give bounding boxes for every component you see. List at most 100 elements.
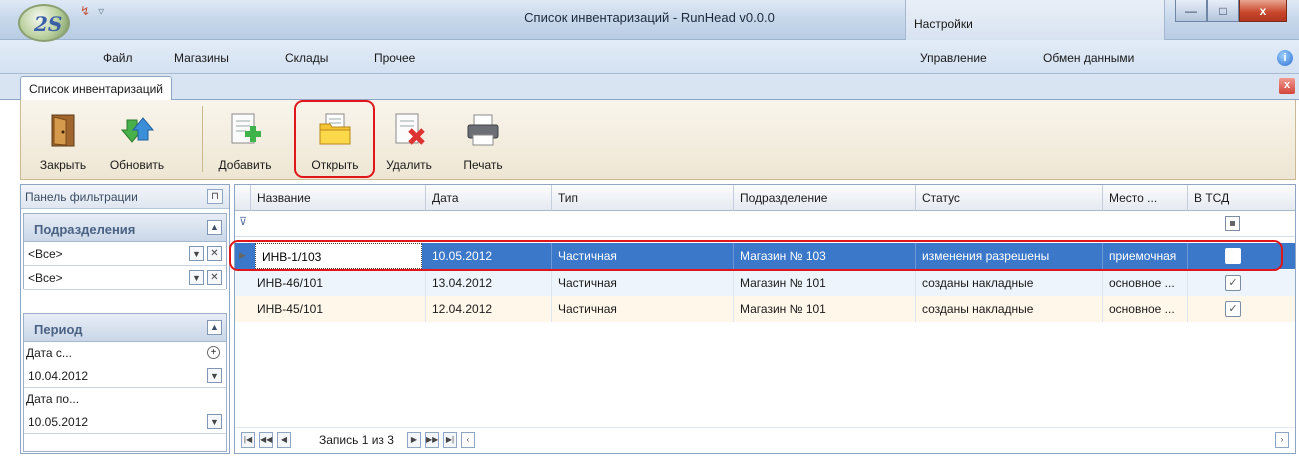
close-button[interactable]: Закрыть [35,100,91,178]
table-row[interactable]: ИНВ-45/101 12.04.2012 Частичная Магазин … [235,296,1295,322]
print-button[interactable]: Печать [453,100,513,178]
date-to-label: Дата по... [26,392,80,406]
door-exit-icon [51,114,75,147]
in-tsd-filter-checkbox[interactable] [1225,216,1240,231]
document-tab-strip: Список инвентаризаций x [0,74,1299,101]
refresh-arrows-icon [120,117,155,143]
column-header-date[interactable]: Дата [426,185,552,211]
column-header-status[interactable]: Статус [916,185,1103,211]
first-record-icon[interactable]: |◀ [241,432,255,448]
context-tab-settings[interactable]: Настройки [905,0,1165,40]
cell-type[interactable]: Частичная [552,270,734,296]
record-position: Запись 1 из 3 [319,433,394,447]
chevron-down-icon[interactable]: ▼ [207,414,222,429]
chevron-down-icon[interactable]: ▼ [189,246,204,261]
refresh-button[interactable]: Обновить [97,100,177,178]
table-row[interactable]: ▶ ИНВ-1/103 10.05.2012 Частичная Магазин… [235,243,1295,269]
cell-status[interactable]: изменения разрешены [916,243,1103,269]
next-record-icon[interactable]: ▶ [407,432,421,448]
menu-other[interactable]: Прочее [374,51,415,65]
column-header-type[interactable]: Тип [552,185,734,211]
departments-group-header[interactable]: Подразделения ▲ [24,214,226,242]
close-button-label: Закрыть [39,158,87,172]
cell-name[interactable]: ИНВ-1/103 [255,243,422,269]
date-from-label-row: Дата с... + [24,342,226,364]
grid-filter-row[interactable]: ⊽ [235,211,1295,237]
collapse-icon[interactable]: ▲ [207,320,222,335]
add-document-icon [231,113,261,144]
delete-button[interactable]: Удалить [375,100,443,178]
cell-name[interactable]: ИНВ-45/101 [251,296,426,322]
chevron-down-icon[interactable]: ▼ [189,270,204,285]
collapse-icon[interactable]: ▲ [207,220,222,235]
chevron-down-icon[interactable]: ▼ [207,368,222,383]
scroll-left-icon[interactable]: ‹ [461,432,475,448]
departments-group-title: Подразделения [34,222,136,237]
column-header-in-tsd[interactable]: В ТСД [1188,185,1295,211]
table-row[interactable]: ИНВ-46/101 13.04.2012 Частичная Магазин … [235,270,1295,296]
cell-department[interactable]: Магазин № 101 [734,270,916,296]
add-button-label: Добавить [218,158,272,172]
cell-place[interactable]: основное ... [1103,270,1188,296]
column-header-place[interactable]: Место ... [1103,185,1188,211]
in-tsd-checkbox[interactable]: ✓ [1225,301,1241,317]
department-combo-2-value: <Все> [28,271,63,285]
minimize-button[interactable]: — [1175,0,1207,22]
title-bar: 2S ↯ ▿ Список инвентаризаций - RunHead v0… [0,0,1299,42]
cell-department[interactable]: Магазин № 101 [734,296,916,322]
period-group-title: Период [34,322,83,337]
grid-header: Название Дата Тип Подразделение Статус М… [235,185,1295,211]
cell-place[interactable]: приемочная [1103,243,1188,269]
app-logo[interactable]: 2S [18,4,70,42]
cell-date[interactable]: 10.05.2012 [426,243,552,269]
tab-inventory-list[interactable]: Список инвентаризаций [20,76,172,101]
date-to-value: 10.05.2012 [28,415,89,429]
pin-icon[interactable]: ⊓ [207,189,223,204]
last-record-icon[interactable]: ▶| [443,432,457,448]
open-button-label: Открыть [311,158,359,172]
expand-icon[interactable]: + [207,346,220,359]
cell-status[interactable]: созданы накладные [916,270,1103,296]
cell-type[interactable]: Частичная [552,296,734,322]
open-button[interactable]: Открыть [297,100,373,178]
cell-date[interactable]: 13.04.2012 [426,270,552,296]
close-document-icon[interactable]: x [1279,78,1295,94]
filter-panel-header: Панель фильтрации ⊓ [21,185,229,209]
filter-panel: Панель фильтрации ⊓ Подразделения ▲ <Все… [20,184,230,454]
in-tsd-checkbox[interactable] [1225,248,1241,264]
menu-bar: Файл Магазины Склады Прочее Управление О… [0,40,1299,74]
cell-place[interactable]: основное ... [1103,296,1188,322]
column-header-department[interactable]: Подразделение [734,185,916,211]
cell-date[interactable]: 12.04.2012 [426,296,552,322]
cell-status[interactable]: созданы накладные [916,296,1103,322]
menu-management[interactable]: Управление [920,51,987,65]
menu-data-exchange[interactable]: Обмен данными [1043,51,1134,65]
clear-icon[interactable]: ✕ [207,270,222,285]
next-page-icon[interactable]: ▶▶ [425,432,439,448]
previous-page-icon[interactable]: ◀◀ [259,432,273,448]
column-header-name[interactable]: Название [251,185,426,211]
maximize-button[interactable]: □ [1207,0,1239,22]
scroll-right-icon[interactable]: › [1275,432,1289,448]
cell-name[interactable]: ИНВ-46/101 [251,270,426,296]
date-to-field[interactable]: 10.05.2012 ▼ [24,410,226,434]
department-combo-2[interactable]: <Все> ▼ ✕ [24,266,226,290]
department-combo-1[interactable]: <Все> ▼ ✕ [24,242,226,266]
menu-file[interactable]: Файл [103,51,133,65]
context-tab-label: Настройки [914,17,973,31]
menu-warehouses[interactable]: Склады [285,51,328,65]
previous-record-icon[interactable]: ◀ [277,432,291,448]
clear-icon[interactable]: ✕ [207,246,222,261]
period-group-header[interactable]: Период ▲ [24,314,226,342]
close-window-button[interactable]: x [1239,0,1287,22]
cell-type[interactable]: Частичная [552,243,734,269]
help-icon[interactable]: i [1277,50,1293,66]
date-to-label-row: Дата по... [24,388,226,410]
cell-department[interactable]: Магазин № 103 [734,243,916,269]
in-tsd-checkbox[interactable]: ✓ [1225,275,1241,291]
add-button[interactable]: Добавить [207,100,283,178]
date-from-field[interactable]: 10.04.2012 ▼ [24,364,226,388]
row-pointer-icon: ▶ [239,250,246,260]
delete-button-label: Удалить [386,158,432,172]
menu-stores[interactable]: Магазины [174,51,229,65]
